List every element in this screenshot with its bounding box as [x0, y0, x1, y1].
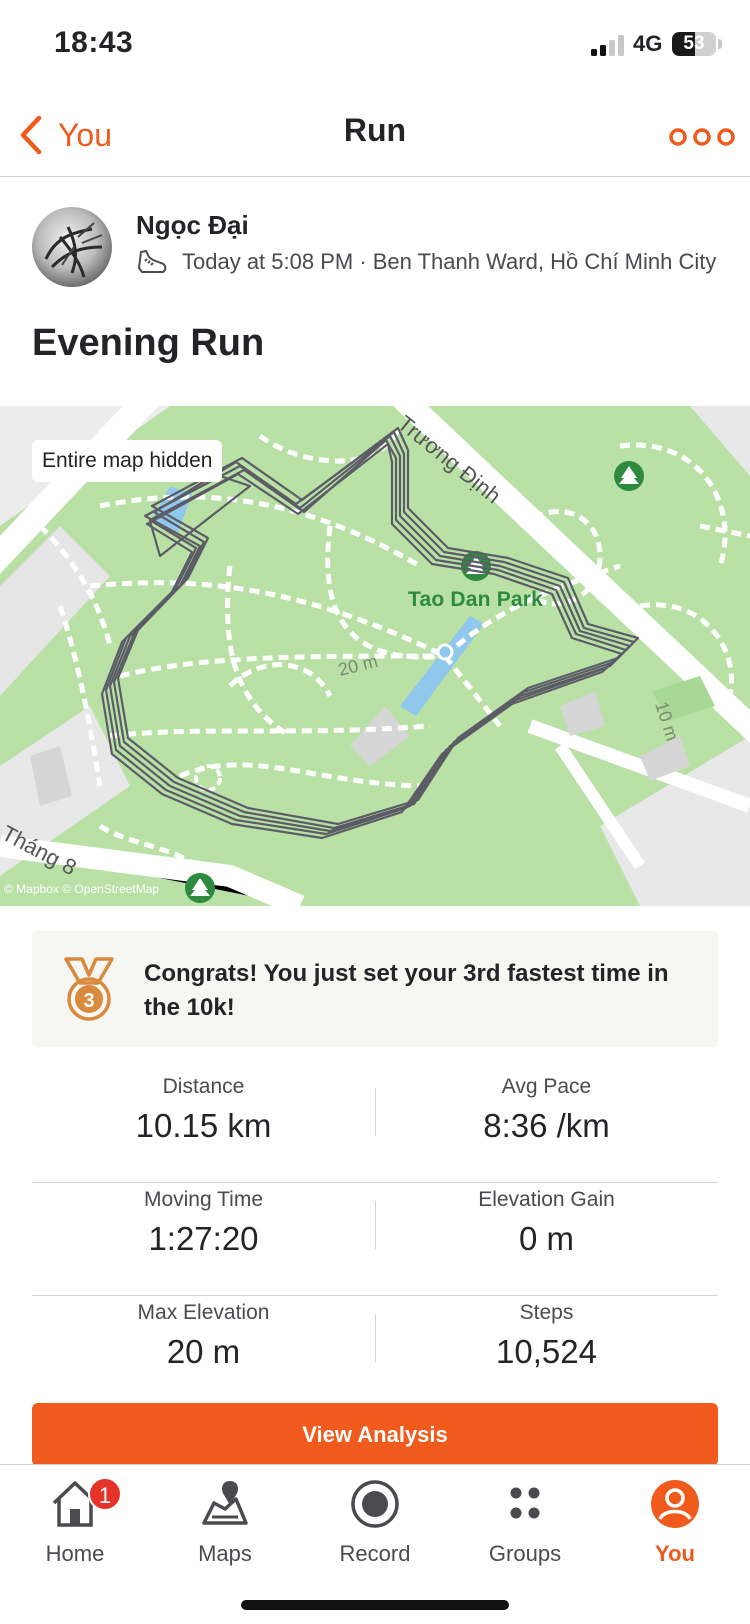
achievement-text: Congrats! You just set your 3rd fastest …: [144, 960, 669, 1021]
stat-value: 0 m: [518, 1220, 574, 1257]
stat-value: 8:36 /km: [483, 1107, 610, 1144]
tab-label: Home: [45, 1541, 105, 1566]
maps-icon: [202, 1481, 248, 1525]
stat-value: 10.15 km: [135, 1107, 272, 1144]
groups-icon: [510, 1487, 540, 1519]
status-time: 18:43: [54, 26, 134, 59]
network-type: 4G: [633, 31, 663, 56]
notification-badge: 1: [88, 1477, 122, 1511]
avatar-image: [44, 222, 103, 278]
battery-nub: [718, 39, 722, 49]
stat-label: Steps: [519, 1301, 574, 1324]
stat-value: 10,524: [496, 1333, 597, 1370]
activity-meta: Today at 5:08 PM · Ben Thanh Ward, Hồ Ch…: [136, 248, 716, 276]
stat-avg-pace: Avg Pace 8:36 /km: [375, 1070, 718, 1145]
stat-label: Moving Time: [143, 1188, 264, 1211]
medal-icon: 3: [64, 957, 114, 1021]
tab-maps[interactable]: Maps: [150, 1477, 300, 1567]
stat-label: Elevation Gain: [478, 1188, 615, 1211]
medal-rank: 3: [83, 990, 94, 1012]
stat-moving-time: Moving Time 1:27:20: [32, 1183, 375, 1258]
activity-time-location: Today at 5:08 PM · Ben Thanh Ward, Hồ Ch…: [182, 249, 717, 274]
profile-icon: [651, 1480, 699, 1528]
map-privacy-badge: Entire map hidden: [32, 440, 223, 482]
stats-row: Moving Time 1:27:20 Elevation Gain 0 m: [32, 1183, 718, 1296]
stat-value: 20 m: [166, 1333, 241, 1370]
tab-label: Groups: [488, 1541, 562, 1566]
home-indicator[interactable]: [241, 1600, 509, 1610]
stats-row: Max Elevation 20 m Steps 10,524: [32, 1296, 718, 1409]
activity-title: Evening Run: [32, 322, 265, 364]
view-analysis-button[interactable]: View Analysis: [32, 1403, 718, 1466]
stat-steps: Steps 10,524: [375, 1296, 718, 1371]
stat-distance: Distance 10.15 km: [32, 1070, 375, 1145]
shoe-icon: [138, 250, 167, 273]
stat-elevation-gain: Elevation Gain 0 m: [375, 1183, 718, 1258]
signal-icon: [591, 35, 624, 56]
stat-label: Avg Pace: [501, 1075, 592, 1098]
athlete-header: Ngọc Đại Today at 5:08 PM · Ben Thanh Wa…: [0, 178, 750, 296]
page-title: Run: [343, 112, 407, 148]
tab-groups[interactable]: Groups: [450, 1477, 600, 1567]
tab-you[interactable]: You: [600, 1477, 750, 1567]
battery-icon: 53: [672, 32, 716, 56]
more-icon[interactable]: [668, 122, 748, 152]
park-label: Tao Dan Park: [408, 588, 544, 611]
stats-row: Distance 10.15 km Avg Pace 8:36 /km: [32, 1070, 718, 1183]
map-credit[interactable]: © Mapbox © OpenStreetMap: [4, 882, 159, 896]
athlete-name[interactable]: Ngọc Đại: [136, 210, 249, 241]
tab-home[interactable]: 1 Home: [0, 1477, 150, 1567]
status-bar: 18:43 4G 53: [0, 0, 750, 92]
tab-record[interactable]: Record: [300, 1477, 450, 1567]
tab-label: You: [655, 1541, 695, 1566]
stat-value: 1:27:20: [148, 1220, 259, 1257]
stats-grid: Distance 10.15 km Avg Pace 8:36 /km Movi…: [32, 1070, 718, 1409]
tab-label: Maps: [198, 1541, 252, 1566]
avatar[interactable]: [32, 207, 112, 287]
route-map[interactable]: Trương Định Tháng 8 20 m 10 m Entire map…: [0, 406, 750, 906]
achievement-card[interactable]: 3 Congrats! You just set your 3rd fastes…: [32, 931, 718, 1047]
stat-label: Max Elevation: [137, 1301, 270, 1324]
tab-label: Record: [339, 1541, 411, 1566]
stat-max-elevation: Max Elevation 20 m: [32, 1296, 375, 1371]
nav-bar: You Run: [0, 92, 750, 177]
stat-label: Distance: [162, 1075, 245, 1098]
record-icon: [351, 1480, 399, 1528]
battery-level: 53: [683, 33, 705, 54]
